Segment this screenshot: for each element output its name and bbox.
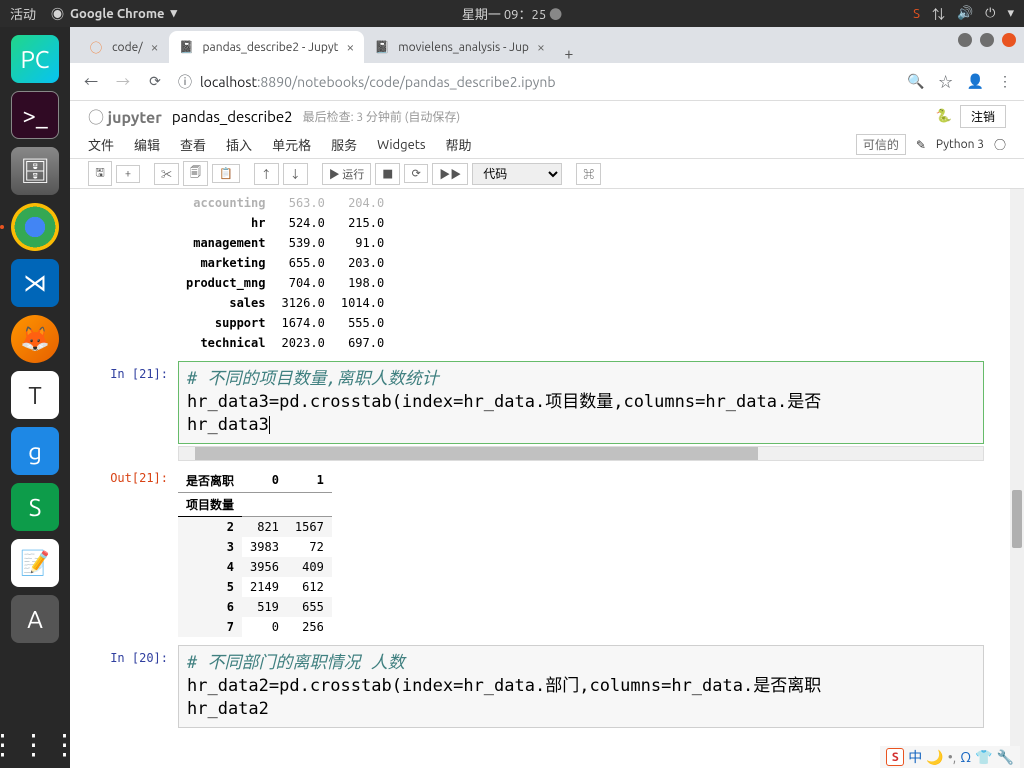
checkpoint-status: 最后检查: 3 分钟前 (自动保存) (303, 108, 461, 125)
ime-icon[interactable]: S (886, 748, 904, 766)
paste-button[interactable]: 📋 (212, 164, 240, 183)
network-icon[interactable]: ⇅ (932, 4, 945, 23)
dock-software-updater[interactable]: A (11, 595, 59, 643)
edit-mode-icon: ✎ (916, 138, 926, 152)
window-minimize[interactable] (958, 33, 972, 47)
ime-tray[interactable]: S 中 🌙•, Ω 👕 🔧 (880, 746, 1020, 768)
window-close[interactable] (1002, 33, 1016, 47)
output-table-crosstab: 是否离职01项目数量282115673398372439564095214961… (178, 469, 332, 637)
clock[interactable]: 星期一 09：25 ● (462, 4, 562, 23)
chrome-icon: ◉ (51, 4, 64, 23)
menu-file[interactable]: 文件 (88, 135, 114, 154)
menu-insert[interactable]: 插入 (226, 135, 252, 154)
tab-pandas-describe2[interactable]: 📓 pandas_describe2 - Jupyt × (169, 31, 365, 63)
system-top-bar: 活动 ◉ Google Chrome ▾ 星期一 09：25 ● S ⇅ 🔊 ⏻… (0, 0, 1024, 27)
dock-pycharm[interactable]: PC (11, 35, 59, 83)
restart-button[interactable]: ⟳ (404, 164, 428, 183)
menu-icon[interactable]: ⋮ (998, 73, 1012, 90)
out-prompt-21: Out[21]: (88, 465, 178, 641)
back-button[interactable]: ← (82, 72, 100, 92)
profile-icon[interactable]: 👤 (967, 73, 984, 90)
command-palette-button[interactable]: ⌘ (576, 163, 601, 185)
menu-widgets[interactable]: Widgets (377, 138, 425, 152)
address-bar: ← → ⟳ ⓘ localhost:8890/notebooks/code/pa… (70, 63, 1024, 101)
dock-vscode[interactable]: ⋊ (11, 259, 59, 307)
interrupt-button[interactable]: ■ (375, 163, 400, 185)
activities-button[interactable]: 活动 (10, 4, 36, 23)
ime-indicator-icon[interactable]: S (913, 7, 920, 21)
jupyter-icon: 📓 (179, 39, 195, 55)
window-maximize[interactable] (980, 33, 994, 47)
tab-movielens[interactable]: 📓 movielens_analysis - Jup × (364, 31, 555, 63)
copy-button[interactable]: 🗐 (183, 161, 208, 186)
move-down-button[interactable]: ↓ (283, 163, 308, 185)
jupyter-notebook: ○ jupyter pandas_describe2 最后检查: 3 分钟前 (… (70, 101, 1024, 768)
code-cell-21[interactable]: # 不同的项目数量,离职人数统计 hr_data3=pd.crosstab(in… (178, 361, 984, 444)
kernel-idle-icon: ○ (994, 136, 1006, 153)
menu-view[interactable]: 查看 (180, 135, 206, 154)
dock-chrome[interactable] (11, 203, 59, 251)
restart-run-all-button[interactable]: ▶▶ (432, 163, 468, 185)
close-icon[interactable]: × (537, 39, 545, 55)
dock-wps[interactable]: S (11, 483, 59, 531)
save-button[interactable]: 🖫 (88, 161, 112, 186)
horizontal-scrollbar[interactable] (178, 446, 984, 461)
menu-help[interactable]: 帮助 (446, 135, 472, 154)
reload-button[interactable]: ⟳ (146, 73, 164, 90)
tab-code[interactable]: ◯ code/ × (78, 31, 169, 63)
jupyter-logo[interactable]: ○ jupyter (88, 104, 162, 128)
logout-button[interactable]: 注销 (960, 105, 1006, 128)
notebook-toolbar: 🖫 + ✂ 🗐 📋 ↑ ↓ ▶ 运行 ■ ⟳ ▶▶ 代码 ⌘ (70, 159, 1024, 189)
output-table-departments: accounting563.0204.0hr524.0215.0manageme… (178, 193, 392, 353)
dock-app-blue[interactable]: g (11, 427, 59, 475)
cell-type-select[interactable]: 代码 (472, 163, 562, 185)
close-icon[interactable]: × (151, 39, 159, 55)
dock: PC >_ 🗄 ⋊ 🦊 T g S 📝 A ⋮⋮⋮ (0, 27, 70, 768)
new-tab-button[interactable]: + (555, 45, 583, 63)
dock-show-apps[interactable]: ⋮⋮⋮ (11, 720, 59, 768)
kernel-name[interactable]: Python 3 (936, 138, 984, 151)
active-app-title[interactable]: ◉ Google Chrome ▾ (51, 4, 177, 23)
chrome-window: ◯ code/ × 📓 pandas_describe2 - Jupyt × 📓… (70, 27, 1024, 768)
python-icon: 🐍 (936, 109, 952, 124)
search-icon[interactable]: 🔍 (907, 73, 924, 90)
menu-edit[interactable]: 编辑 (134, 135, 160, 154)
power-icon[interactable]: ⏻ (985, 6, 995, 21)
notebook-body[interactable]: accounting563.0204.0hr524.0215.0manageme… (70, 189, 1024, 768)
menu-kernel[interactable]: 服务 (331, 135, 357, 154)
jupyter-icon: ◯ (88, 39, 104, 55)
dock-firefox[interactable]: 🦊 (11, 315, 59, 363)
caret-down-icon[interactable]: ▾ (1007, 6, 1014, 21)
notebook-title[interactable]: pandas_describe2 (172, 108, 293, 125)
tab-bar: ◯ code/ × 📓 pandas_describe2 - Jupyt × 📓… (70, 27, 1024, 63)
run-button[interactable]: ▶ 运行 (322, 163, 372, 185)
cut-button[interactable]: ✂ (154, 163, 179, 185)
dock-text-editor[interactable]: T (11, 371, 59, 419)
dock-terminal[interactable]: >_ (11, 91, 59, 139)
trusted-indicator[interactable]: 可信的 (856, 134, 906, 155)
url-input[interactable]: ⓘ localhost:8890/notebooks/code/pandas_d… (178, 72, 893, 92)
in-prompt-21: In [21]: (88, 361, 178, 461)
menu-cell[interactable]: 单元格 (272, 135, 311, 154)
jupyter-icon: 📓 (374, 39, 390, 55)
dock-notes[interactable]: 📝 (11, 539, 59, 587)
in-prompt-20: In [20]: (88, 645, 178, 728)
dock-files[interactable]: 🗄 (11, 147, 59, 195)
insert-cell-button[interactable]: + (116, 165, 140, 183)
site-info-icon[interactable]: ⓘ (178, 72, 192, 92)
vertical-scrollbar[interactable] (1010, 189, 1024, 768)
close-icon[interactable]: × (346, 39, 354, 55)
volume-icon[interactable]: 🔊 (957, 6, 973, 21)
notebook-menubar: 文件 编辑 查看 插入 单元格 服务 Widgets 帮助 可信的 ✎ Pyth… (70, 131, 1024, 159)
notebook-header: ○ jupyter pandas_describe2 最后检查: 3 分钟前 (… (70, 101, 1024, 131)
forward-button[interactable]: → (114, 72, 132, 92)
move-up-button[interactable]: ↑ (254, 163, 279, 185)
bookmark-icon[interactable]: ☆ (939, 72, 953, 92)
code-cell-20[interactable]: # 不同部门的离职情况 人数 hr_data2=pd.crosstab(inde… (178, 645, 984, 728)
